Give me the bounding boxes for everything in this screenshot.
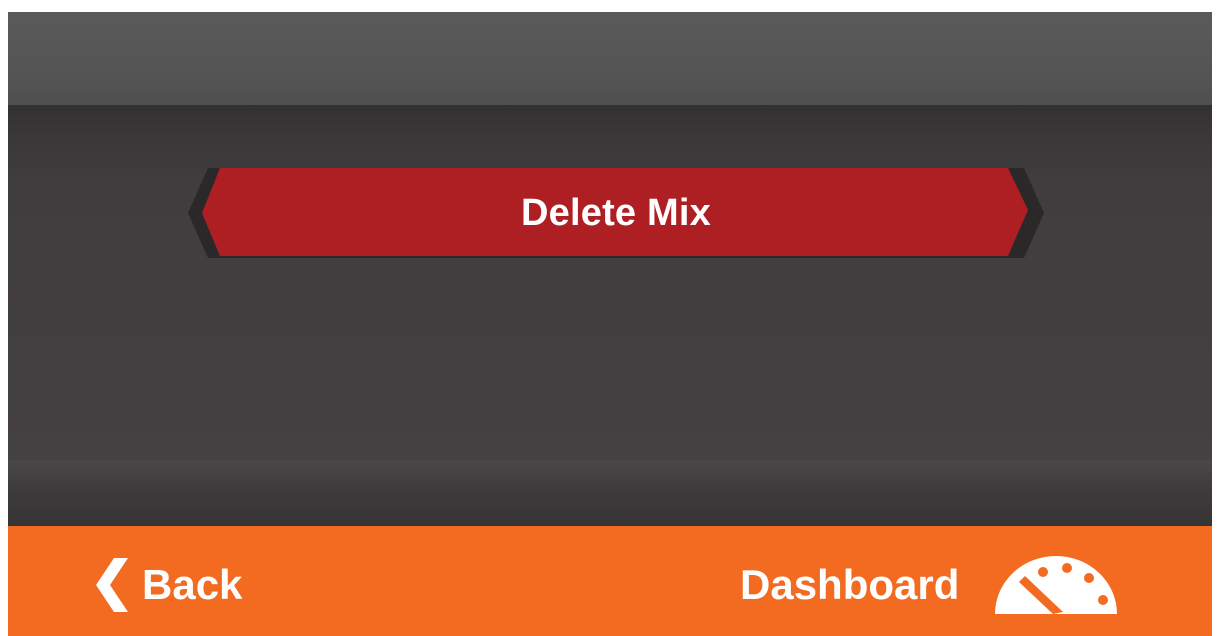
footer-divider: [8, 460, 1212, 526]
main-panel: [8, 105, 1212, 460]
delete-mix-label: Delete Mix: [521, 192, 711, 234]
app-screen: Delete Mix Back Dashboard: [8, 12, 1212, 636]
header-bar: [8, 12, 1212, 105]
chevron-left-icon: [96, 558, 128, 612]
back-label: Back: [142, 561, 243, 608]
dashboard-label: Dashboard: [740, 561, 960, 608]
speedometer-icon: [995, 556, 1118, 614]
back-button[interactable]: Back: [94, 550, 242, 620]
dashboard-button[interactable]: Dashboard: [740, 550, 1121, 620]
delete-mix-button[interactable]: Delete Mix: [188, 168, 1044, 258]
